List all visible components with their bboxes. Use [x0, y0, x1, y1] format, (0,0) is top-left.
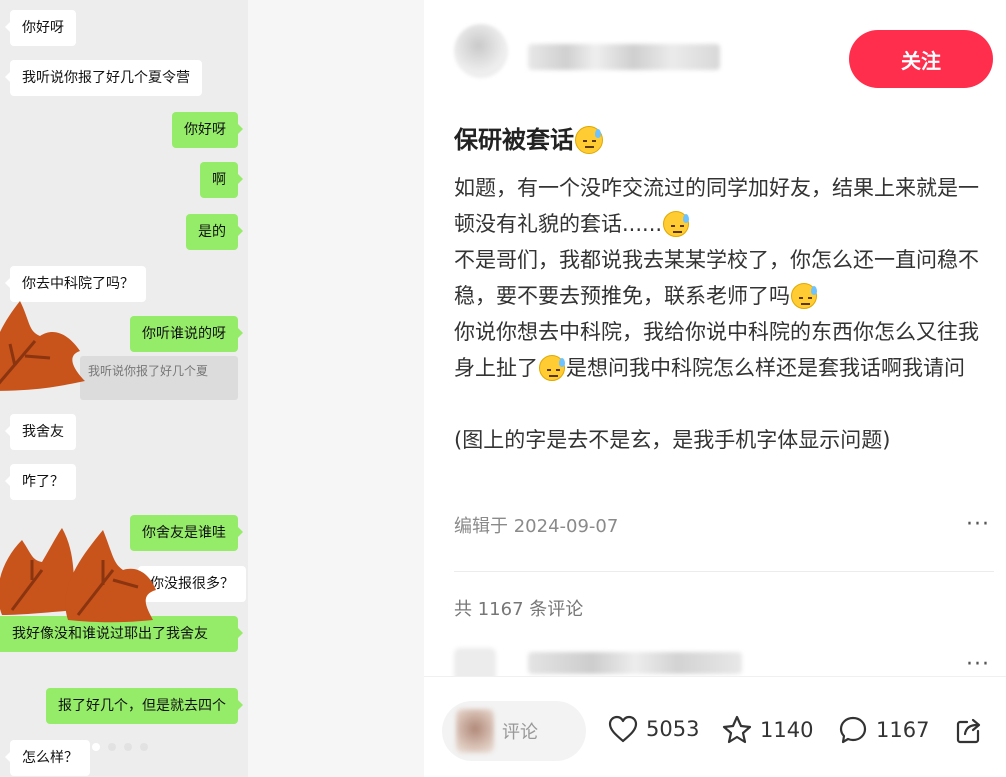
follow-button[interactable]: 关注 [849, 30, 993, 88]
commenter-name-blurred[interactable] [528, 652, 742, 674]
comment-total: 1167 [876, 718, 930, 742]
chat-bubble: 怎么样？ [5, 740, 90, 776]
chat-bubble: 你听谁说的呀 [130, 316, 243, 352]
chat-screenshot: 你好呀 我听说你报了好几个夏令营 你好呀 啊 是的 你去中科院了吗？ 你听谁说的… [0, 0, 248, 777]
engagement-bar: 评论 5053 1140 1167 [424, 676, 1006, 777]
sweat-emoji-icon [539, 355, 565, 381]
collect-button[interactable]: 1140 [722, 715, 813, 745]
chat-bubble: 啊 [200, 162, 243, 198]
note-paragraph: 你说你想去中科院，我给你说中科院的东西你怎么又往我身上扯了 是想问我中科院怎么样还… [454, 314, 994, 386]
chat-bubble: 咋了？ [5, 464, 76, 500]
comment-count: 共 1167 条评论 [454, 599, 584, 620]
chat-bubble: 我听说你报了好几个夏令营 [5, 60, 202, 96]
divider [454, 571, 994, 572]
sweat-emoji-icon [791, 283, 817, 309]
user-avatar [456, 709, 494, 753]
chat-bubble: 你好呀 [5, 10, 76, 46]
note-detail-page: 你好呀 我听说你报了好几个夏令营 你好呀 啊 是的 你去中科院了吗？ 你听谁说的… [0, 0, 1006, 777]
note-image-carousel[interactable]: 你好呀 我听说你报了好几个夏令营 你好呀 啊 是的 你去中科院了吗？ 你听谁说的… [0, 0, 424, 777]
note-paragraph: 不是哥们，我都说我去某某学校了，你怎么还一直问稳不稳，要不要去预推免，联系老师了… [454, 242, 994, 314]
comment-button[interactable]: 1167 [838, 715, 929, 745]
chat-bubble: 是的 [186, 214, 243, 250]
share-button[interactable] [954, 715, 984, 745]
comment-more-icon[interactable]: ··· [966, 652, 990, 677]
sweat-emoji-icon [663, 211, 690, 237]
quoted-message: 我听说你报了好几个夏 [80, 356, 238, 400]
heart-icon [608, 715, 638, 743]
note-title-text: 保研被套话 [454, 126, 574, 154]
carousel-dot[interactable] [140, 743, 148, 751]
chat-bubble: 你好呀 [172, 112, 243, 148]
note-text: 是想问我中科院怎么样还是套我话啊我请问 [566, 356, 965, 380]
note-text: 如题，有一个没咋交流过的同学加好友，结果上来就是一顿没有礼貌的套话...... [454, 176, 979, 236]
like-count: 5053 [646, 717, 700, 741]
like-button[interactable]: 5053 [608, 715, 699, 743]
note-body: 如题，有一个没咋交流过的同学加好友，结果上来就是一顿没有礼貌的套话...... … [454, 170, 994, 458]
sweat-emoji-icon [575, 126, 603, 154]
more-options-icon[interactable]: ··· [966, 512, 990, 537]
carousel-indicator[interactable] [92, 743, 148, 751]
author-name-blurred[interactable] [528, 44, 720, 70]
star-icon [722, 715, 752, 744]
leaf-sticker-icon [0, 301, 85, 391]
edit-date: 编辑于 2024-09-07 [454, 516, 619, 537]
chat-bubble: 报了好几个，但是就去四个 [46, 688, 243, 724]
chat-bubble: 我舍友 [5, 414, 76, 450]
comment-icon [839, 716, 867, 744]
note-paragraph: (图上的字是去不是玄，是我手机字体显示问题) [454, 422, 994, 458]
note-title: 保研被套话 [454, 120, 604, 155]
share-icon [956, 718, 981, 744]
note-content-panel: 关注 保研被套话 如题，有一个没咋交流过的同学加好友，结果上来就是一顿没有礼貌的… [424, 0, 1006, 777]
note-text: 不是哥们，我都说我去某某学校了，你怎么还一直问稳不稳，要不要去预推免，联系老师了… [454, 248, 979, 308]
carousel-dot-active[interactable] [92, 743, 100, 751]
carousel-dot[interactable] [108, 743, 116, 751]
collect-count: 1140 [760, 718, 814, 742]
note-paragraph: 如题，有一个没咋交流过的同学加好友，结果上来就是一顿没有礼貌的套话...... [454, 170, 994, 242]
carousel-dot[interactable] [124, 743, 132, 751]
note-text: (图上的字是去不是玄，是我手机字体显示问题) [454, 428, 891, 452]
leaf-sticker-icon [65, 530, 156, 623]
author-avatar[interactable] [454, 24, 508, 78]
